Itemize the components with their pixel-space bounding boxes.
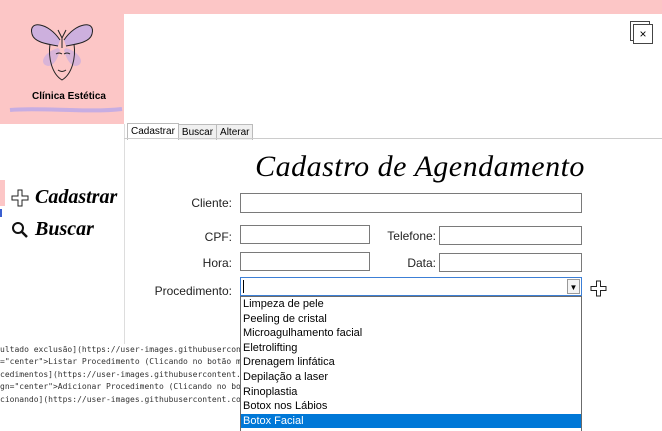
logo-panel: Clínica Estética: [0, 14, 124, 124]
code-line: gn="center">Adicionar Procedimento (Clic…: [0, 382, 240, 392]
search-icon: [12, 221, 28, 238]
code-line: ultado exclusão](https://user-images.git…: [0, 345, 240, 354]
sidebar-item-cadastrar[interactable]: Cadastrar: [11, 186, 117, 209]
background-area: [582, 344, 662, 431]
dropdown-option[interactable]: Eletrolifting: [241, 341, 581, 356]
code-line: cedimentos](https://user-images.githubus…: [0, 369, 240, 379]
code-line: ="center">Listar Procedimento (Clicando …: [0, 357, 240, 367]
telefone-field[interactable]: [439, 226, 582, 245]
dropdown-option[interactable]: Depilação a laser: [241, 370, 581, 385]
cliente-label: Cliente:: [191, 196, 232, 210]
close-button[interactable]: ×: [633, 24, 653, 44]
chevron-down-icon[interactable]: ▼: [567, 279, 580, 294]
dropdown-option[interactable]: Limpeza de pele: [241, 297, 581, 312]
background-code-text: ultado exclusão](https://user-images.git…: [0, 344, 240, 431]
dropdown-option-selected[interactable]: Botox Facial: [241, 413, 581, 429]
sidebar-item-label: Buscar: [35, 218, 94, 240]
plus-icon: [11, 189, 29, 206]
sidebar-item-buscar[interactable]: Buscar: [11, 218, 94, 241]
data-label: Data:: [407, 256, 436, 270]
sidebar-active-indicator: [0, 180, 5, 206]
procedimento-select[interactable]: ▼: [240, 277, 582, 296]
dropdown-option[interactable]: Microagulhamento facial: [241, 326, 581, 341]
hora-field[interactable]: [240, 252, 370, 271]
telefone-label: Telefone:: [387, 229, 436, 243]
dropdown-option[interactable]: Peeling de cristal: [241, 312, 581, 327]
cpf-field[interactable]: [240, 225, 370, 244]
sidebar-item-label: Cadastrar: [35, 186, 118, 208]
dropdown-option[interactable]: Botox nos Lábios: [241, 399, 581, 414]
cpf-label: CPF:: [204, 230, 232, 244]
page-title: Cadastro de Agendamento: [255, 150, 585, 183]
brush-stroke-decoration: [9, 107, 123, 113]
dropdown-option[interactable]: Rinoplastia: [241, 385, 581, 400]
add-procedimento-button[interactable]: [590, 280, 607, 297]
code-line: cionando](https://user-images.githubuser…: [0, 394, 240, 404]
procedimento-dropdown-list[interactable]: Limpeza de pele Peeling de cristal Micro…: [240, 296, 582, 431]
data-field[interactable]: [439, 253, 582, 272]
butterfly-face-icon: [31, 24, 93, 81]
cliente-field[interactable]: [240, 193, 582, 213]
procedimento-label: Procedimento:: [154, 284, 232, 298]
sidebar-focus-marker: [0, 209, 2, 217]
brand-name: Clínica Estética: [32, 91, 106, 102]
close-icon: ×: [639, 27, 647, 41]
text-caret: [243, 280, 244, 293]
tab-divider: [124, 138, 662, 139]
hora-label: Hora:: [202, 256, 232, 270]
top-band: [0, 0, 662, 14]
dropdown-option[interactable]: Drenagem linfática: [241, 355, 581, 370]
